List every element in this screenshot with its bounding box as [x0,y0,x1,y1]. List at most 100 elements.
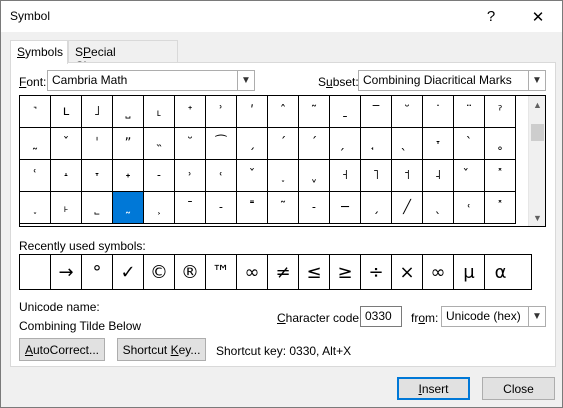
subset-label-text: bset: [332,75,359,89]
symbol-cell[interactable]: ̗ [330,128,361,160]
symbol-cell[interactable]: ˖ [113,160,144,192]
symbol-cell[interactable]: ˒ [175,160,206,192]
scroll-thumb[interactable] [531,124,544,141]
symbol-cell[interactable]: ʿ [20,160,51,192]
symbol-cell[interactable]: ˗ [299,192,330,224]
symbol-cell[interactable]: ˨ [423,160,454,192]
symbol-cell[interactable]: ˕ [423,128,454,160]
symbol-cell[interactable]: ˟ [485,192,516,224]
close-button[interactable]: Close [482,377,555,400]
symbol-cell[interactable]: ̖ [392,128,423,160]
symbol-cell[interactable]: ˏ [237,128,268,160]
character-code-input[interactable]: 0330 [360,306,402,327]
symbol-cell[interactable]: ˮ [113,128,144,160]
symbol-cell[interactable]: ─ [330,192,361,224]
symbol-cell[interactable]: ˎ [423,192,454,224]
symbol-cell[interactable]: ˇ [237,160,268,192]
symbol-cell[interactable]: ˜ [299,96,330,128]
symbol-cell[interactable]: ˘ [392,96,423,128]
symbol-cell[interactable]: ˓ [454,192,485,224]
recent-symbol-cell[interactable]: ™ [206,255,237,289]
recent-symbol-cell[interactable]: ✓ [113,255,144,289]
shortcut-key-button[interactable]: Shortcut Key... [117,338,206,361]
symbol-cell[interactable]: ˽ [113,96,144,128]
recent-symbol-cell[interactable]: ® [175,255,206,289]
symbol-grid-scrollbar[interactable]: ▲ ▼ [528,96,545,226]
symbol-cell[interactable]: ˧ [330,160,361,192]
symbol-cell[interactable]: ˭ [237,192,268,224]
symbol-cell[interactable]: ˩ [82,96,113,128]
shortcut-key-text: Shortcut key: 0330, Alt+X [216,344,352,358]
scroll-up-icon[interactable]: ▲ [529,96,545,113]
symbol-cell[interactable]: ╱ [392,192,423,224]
symbol-cell[interactable]: ˊ [299,128,330,160]
symbol-cell[interactable]: ˉ [175,192,206,224]
symbol-cell[interactable]: ˆ [268,96,299,128]
symbol-cell[interactable]: ᐩ [175,96,206,128]
symbol-cell[interactable]: ʾ [206,96,237,128]
symbol-cell[interactable]: ˬ [299,160,330,192]
symbol-cell[interactable]: ˗ [206,192,237,224]
recent-symbols-label: Recently used symbols: [19,239,146,253]
symbol-cell[interactable]: ¨ [454,96,485,128]
symbol-cell[interactable]: ˯ [268,160,299,192]
symbol-cell[interactable]: ˜ [268,192,299,224]
symbol-cell[interactable]: ˍ [330,96,361,128]
insert-button[interactable]: Insert [397,377,470,400]
symbol-cell[interactable]: ˷ [113,192,144,224]
symbol-cell[interactable]: ˟ [485,160,516,192]
symbol-cell[interactable]: ˯ [20,192,51,224]
recent-symbol-cell[interactable]: ° [82,255,113,289]
symbol-cell[interactable]: ˦ [392,160,423,192]
recent-symbol-cell[interactable]: × [392,255,423,289]
symbol-cell[interactable]: ˏ [361,192,392,224]
symbol-cell[interactable]: ʹ [237,96,268,128]
symbol-cell[interactable]: ˳ [485,128,516,160]
help-button[interactable]: ? [468,1,514,32]
symbol-cell[interactable]: ⁀ [206,128,237,160]
symbol-cell[interactable]: ˥ [361,160,392,192]
symbol-cell[interactable]: ˵ [144,128,175,160]
scroll-down-icon[interactable]: ▼ [529,209,545,226]
symbol-cell[interactable]: ˙ [423,96,454,128]
recent-symbol-cell[interactable]: ≤ [299,255,330,289]
symbol-cell[interactable]: ˊ [268,128,299,160]
symbol-cell[interactable]: ˈ [82,128,113,160]
symbol-cell[interactable]: ˋ [454,128,485,160]
tab-special-characters[interactable]: SPecial Characters [68,40,178,73]
autocorrect-button[interactable]: AutoCorrect... [19,338,105,361]
tab-symbols[interactable]: Symbols [10,40,68,64]
subset-select[interactable]: Combining Diacritical Marks ▼ [358,70,546,91]
symbol-cell[interactable]: ˀ [485,96,516,128]
symbol-cell[interactable]: ̌ [454,160,485,192]
symbol-cell[interactable]: ˗ [144,160,175,192]
symbol-cell[interactable]: ʟ [51,96,82,128]
recent-symbol-cell[interactable] [20,255,51,289]
font-select[interactable]: Cambria Math ▼ [47,70,255,91]
recent-symbol-cell[interactable]: ÷ [361,255,392,289]
symbol-cell[interactable]: ˺ [20,96,51,128]
symbol-cell[interactable]: ˘ [175,128,206,160]
symbol-cell[interactable]: ˓ [206,160,237,192]
symbol-cell[interactable]: ˪ [144,96,175,128]
recent-symbol-cell[interactable]: ∞ [423,255,454,289]
symbol-cell[interactable]: ‾ [361,96,392,128]
recent-symbol-cell[interactable]: ≥ [330,255,361,289]
recent-symbol-cell[interactable]: ≠ [268,255,299,289]
recent-symbol-cell[interactable]: α [485,255,516,289]
recent-symbol-cell[interactable]: ∞ [237,255,268,289]
close-window-button[interactable]: ✕ [515,1,561,32]
symbol-cell[interactable]: ˕ [82,160,113,192]
recent-symbol-cell[interactable]: © [144,255,175,289]
symbol-cell[interactable]: ˇ [51,128,82,160]
recent-symbol-cell[interactable]: → [51,255,82,289]
font-value: Cambria Math [52,73,128,87]
symbol-cell[interactable]: ˔ [51,160,82,192]
from-select[interactable]: Unicode (hex) ▼ [441,306,546,327]
symbol-cell[interactable]: ˾ [82,192,113,224]
symbol-cell[interactable]: ̘ [361,128,392,160]
recent-symbol-cell[interactable]: μ [454,255,485,289]
symbol-cell[interactable]: ˫ [51,192,82,224]
symbol-cell[interactable]: ˲ [144,192,175,224]
symbol-cell[interactable]: ˷ [20,128,51,160]
